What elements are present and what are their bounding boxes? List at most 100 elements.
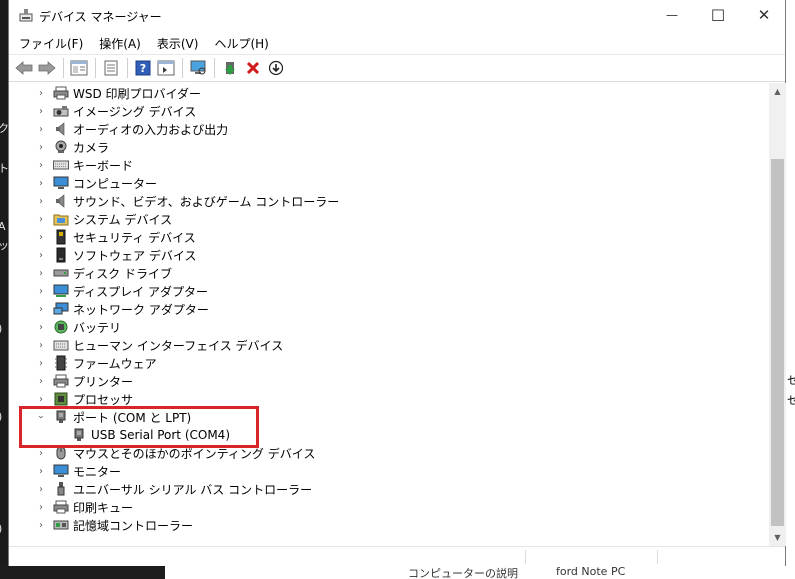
expand-chevron-icon[interactable]: › <box>35 213 47 225</box>
scroll-down-button[interactable]: ▼ <box>769 529 786 546</box>
tree-node[interactable]: › ユニバーサル シリアル バス コントローラー <box>35 480 312 498</box>
tree-node[interactable]: › プリンター <box>35 372 133 390</box>
tree-node-label: プリンター <box>73 374 134 389</box>
scrollbar-thumb[interactable] <box>771 159 784 526</box>
expand-chevron-icon[interactable]: › <box>35 177 47 189</box>
expand-chevron-icon[interactable]: › <box>35 285 47 297</box>
expand-chevron-icon[interactable]: › <box>35 123 47 135</box>
tree-node[interactable]: › カメラ <box>35 138 109 156</box>
back-arrow-icon <box>15 61 33 75</box>
toolbar-separator <box>214 58 215 78</box>
tree-node-label: モニター <box>73 464 122 479</box>
expand-chevron-icon[interactable]: › <box>35 339 47 351</box>
bg-char: セ <box>787 374 795 387</box>
expand-chevron-icon[interactable]: › <box>35 267 47 279</box>
tree-node[interactable]: › サウンド、ビデオ、およびゲーム コントローラー <box>35 192 339 210</box>
tree-node[interactable]: › ソフトウェア デバイス <box>35 246 196 264</box>
hid-icon <box>53 337 69 353</box>
expand-chevron-icon[interactable]: › <box>35 357 47 369</box>
menu-bar: ファイル(F) 操作(A) 表示(V) ヘルプ(H) <box>9 32 785 54</box>
window-title: デバイス マネージャー <box>39 10 162 24</box>
expand-chevron-icon[interactable]: › <box>35 303 47 315</box>
properties-icon <box>104 60 118 76</box>
menu-file[interactable]: ファイル(F) <box>19 33 83 54</box>
update-driver-button[interactable] <box>219 57 241 79</box>
toolbar-separator <box>95 58 96 78</box>
speaker-icon <box>53 193 69 209</box>
tree-node-label: コンピューター <box>73 176 158 191</box>
title-bar[interactable]: デバイス マネージャー — ☐ ✕ <box>9 0 785 32</box>
tree-node-label: セキュリティ デバイス <box>73 230 196 245</box>
maximize-button[interactable]: ☐ <box>695 0 741 30</box>
tree-node[interactable]: › WSD 印刷プロバイダー <box>35 84 201 102</box>
bg-char: セ <box>787 394 795 407</box>
expand-chevron-icon[interactable]: › <box>35 447 47 459</box>
tree-node[interactable]: › セキュリティ デバイス <box>35 228 196 246</box>
toolbar-separator <box>63 58 64 78</box>
scroll-up-icon: ▲ <box>774 87 781 96</box>
expand-chevron-icon[interactable]: › <box>35 375 47 387</box>
expand-chevron-icon[interactable]: › <box>35 195 47 207</box>
security-device-icon <box>53 229 69 245</box>
scroll-up-button[interactable]: ▲ <box>769 83 786 100</box>
tree-node[interactable]: › イメージング デバイス <box>35 102 196 120</box>
tree-node-label: プロセッサ <box>73 392 134 407</box>
uninstall-icon <box>246 61 260 75</box>
tree-node[interactable]: › バッテリ <box>35 318 121 336</box>
tree-node[interactable]: › モニター <box>35 462 121 480</box>
device-tree[interactable]: › WSD 印刷プロバイダー › イメージング デバイス › オーディオの入力お… <box>9 83 769 546</box>
tree-node[interactable]: › コンピューター <box>35 174 157 192</box>
tree-node[interactable]: › オーディオの入力および出力 <box>35 120 228 138</box>
bg-char: ) <box>0 522 2 535</box>
menu-action[interactable]: 操作(A) <box>99 33 141 54</box>
expand-chevron-icon[interactable]: › <box>35 465 47 477</box>
close-button[interactable]: ✕ <box>741 0 787 30</box>
expand-chevron-icon[interactable]: › <box>35 141 47 153</box>
expand-chevron-icon[interactable]: › <box>35 87 47 99</box>
menu-help[interactable]: ヘルプ(H) <box>214 33 268 54</box>
expand-chevron-icon[interactable]: › <box>35 321 47 333</box>
tree-node[interactable]: › ディスク ドライブ <box>35 264 172 282</box>
printer-icon <box>53 373 69 389</box>
monitor-icon <box>53 463 69 479</box>
tree-node[interactable]: › 印刷キュー <box>35 498 133 516</box>
expand-chevron-icon[interactable]: › <box>35 231 47 243</box>
menu-view[interactable]: 表示(V) <box>157 33 199 54</box>
svg-text:?: ? <box>140 62 146 75</box>
help-button[interactable]: ? <box>132 57 154 79</box>
uninstall-device-button[interactable] <box>242 57 264 79</box>
expand-chevron-icon[interactable]: › <box>35 483 47 495</box>
disk-drive-icon <box>53 265 69 281</box>
expand-chevron-icon[interactable]: › <box>35 393 47 405</box>
tree-node-label: ネットワーク アダプター <box>73 302 209 317</box>
expand-chevron-icon[interactable]: › <box>35 501 47 513</box>
tree-node-label: バッテリ <box>73 320 122 335</box>
update-driver-icon <box>225 62 235 75</box>
tree-node[interactable]: › 記憶域コントローラー <box>35 516 193 534</box>
enable-device-button[interactable] <box>265 57 287 79</box>
tree-node[interactable]: › ファームウェア <box>35 354 157 372</box>
forward-button[interactable] <box>36 57 58 79</box>
vertical-scrollbar[interactable]: ▲ ▼ <box>769 83 786 546</box>
tree-node-label: システム デバイス <box>73 212 173 227</box>
properties-button[interactable] <box>100 57 122 79</box>
tree-node[interactable]: › システム デバイス <box>35 210 172 228</box>
expand-chevron-icon[interactable]: › <box>35 519 47 531</box>
scan-hardware-button[interactable] <box>187 57 209 79</box>
highlight-annotation <box>19 406 259 448</box>
tree-node[interactable]: › キーボード <box>35 156 133 174</box>
tree-node[interactable]: › ディスプレイ アダプター <box>35 282 208 300</box>
back-button[interactable] <box>13 57 35 79</box>
tree-node[interactable]: › ヒューマン インターフェイス デバイス <box>35 336 283 354</box>
minimize-button[interactable]: — <box>649 0 695 30</box>
expand-chevron-icon[interactable]: › <box>35 249 47 261</box>
expand-chevron-icon[interactable]: › <box>35 105 47 117</box>
expand-chevron-icon[interactable]: › <box>35 159 47 171</box>
background-right-strip: セ セ <box>785 0 795 579</box>
show-hide-console-tree-button[interactable] <box>68 57 90 79</box>
tree-node[interactable]: › ネットワーク アダプター <box>35 300 209 318</box>
toolbar-separator <box>127 58 128 78</box>
action-pane-button[interactable] <box>155 57 177 79</box>
device-manager-icon <box>19 9 33 22</box>
tree-node-label: イメージング デバイス <box>73 104 197 119</box>
